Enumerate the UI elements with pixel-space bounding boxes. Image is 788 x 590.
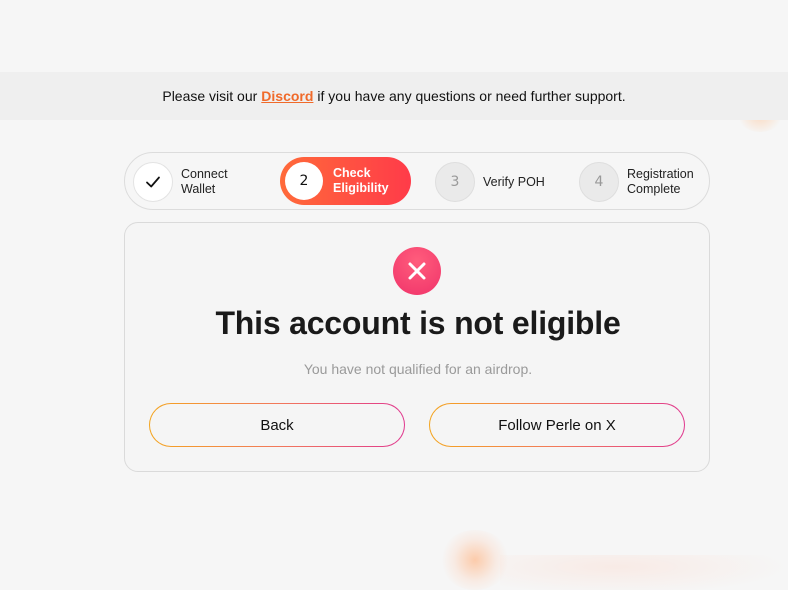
discord-link[interactable]: Discord	[261, 88, 313, 104]
eligibility-result-card: This account is not eligible You have no…	[124, 222, 710, 472]
step-number: 3	[435, 162, 475, 202]
step-number: 4	[579, 162, 619, 202]
result-title: This account is not eligible	[215, 305, 621, 341]
step-label: Verify POH	[483, 175, 545, 190]
step-label-line: Registration	[627, 167, 694, 181]
step-number: 2	[285, 162, 323, 200]
step-label-line: Complete	[627, 182, 681, 196]
decorative-glow	[440, 530, 510, 590]
banner-text: Please visit our	[162, 88, 258, 104]
result-subtitle: You have not qualified for an airdrop.	[303, 361, 533, 377]
step-connect-wallet: Connect Wallet	[133, 153, 228, 211]
checkmark-icon	[146, 176, 160, 188]
error-badge	[393, 247, 441, 295]
step-label: Connect Wallet	[181, 167, 228, 197]
step-label-line: Wallet	[181, 182, 216, 196]
step-label-line: Eligibility	[333, 181, 389, 195]
step-complete-marker	[133, 162, 173, 202]
support-banner: Please visit our Discord if you have any…	[0, 72, 788, 120]
decorative-glow	[500, 555, 788, 590]
step-verify-poh: 3 Verify POH	[435, 153, 545, 211]
page: Please visit our Discord if you have any…	[0, 0, 788, 590]
step-label-line: Connect	[181, 167, 228, 181]
back-button[interactable]: Back	[149, 403, 405, 447]
step-label: Registration Complete	[627, 167, 694, 197]
banner-text: if you have any questions or need furthe…	[317, 88, 626, 104]
step-label-line: Verify POH	[483, 174, 545, 189]
follow-perle-on-x-button[interactable]: Follow Perle on X	[429, 403, 685, 447]
step-check-eligibility: 2 Check Eligibility	[280, 157, 411, 205]
progress-stepper: Connect Wallet 2 Check Eligibility 3 Ver…	[124, 152, 710, 210]
step-registration-complete: 4 Registration Complete	[579, 153, 694, 211]
step-label: Check Eligibility	[333, 166, 389, 196]
close-icon	[408, 262, 426, 280]
step-label-line: Check	[333, 166, 371, 180]
